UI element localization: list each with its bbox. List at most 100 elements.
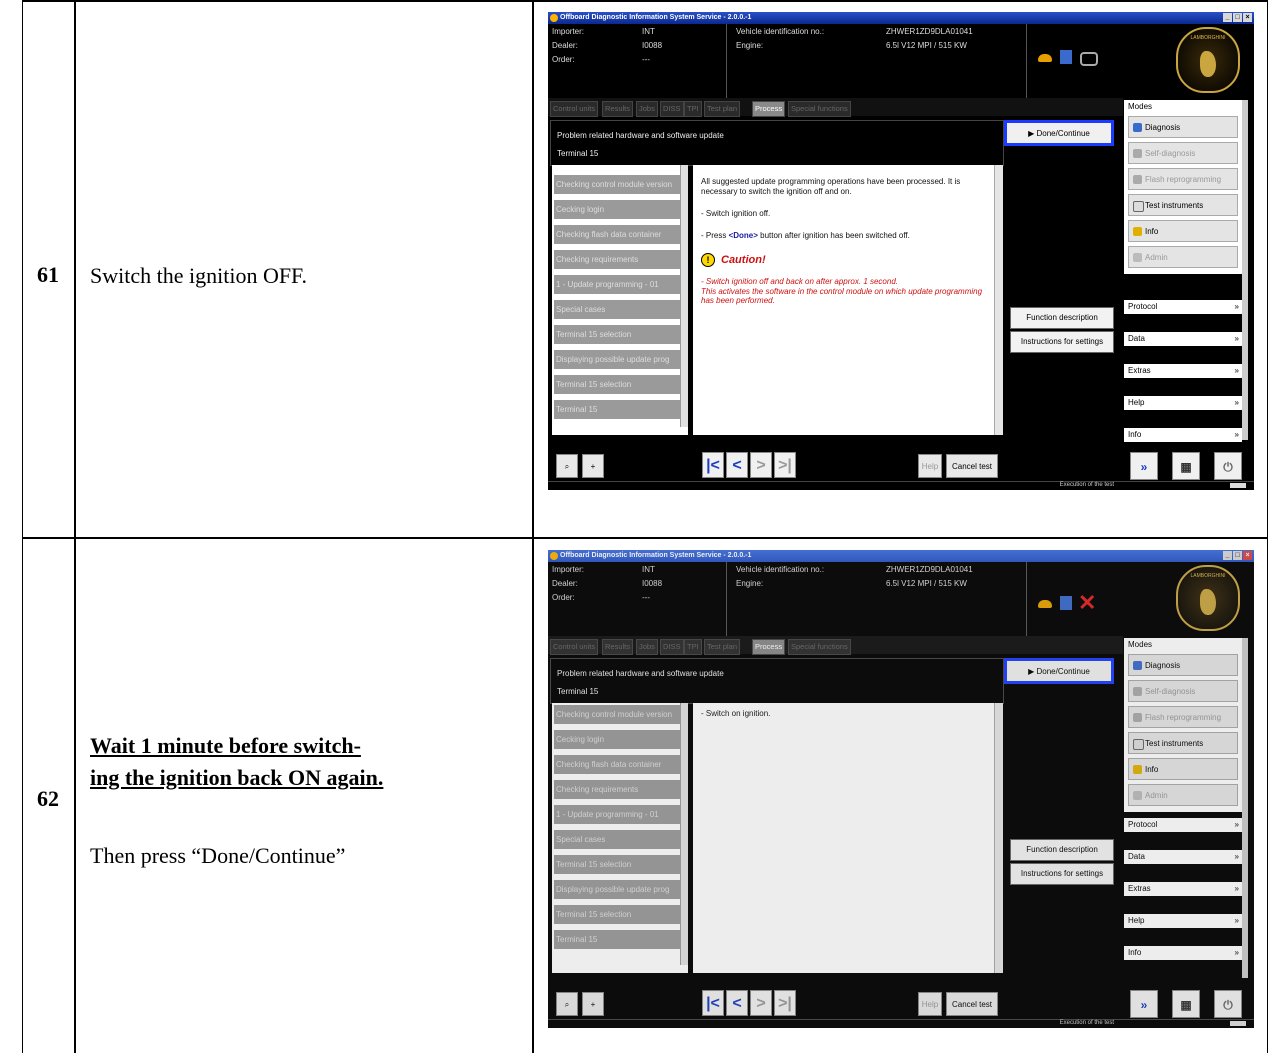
section-data[interactable]: Data»: [1124, 332, 1242, 346]
add-document-icon[interactable]: +: [582, 992, 604, 1016]
last-step-icon[interactable]: >|: [774, 452, 796, 478]
list-scrollbar[interactable]: [680, 165, 688, 427]
section-info[interactable]: Info»: [1124, 946, 1242, 960]
power-icon[interactable]: ⏻: [1214, 452, 1242, 480]
mode-info[interactable]: Info: [1128, 758, 1238, 780]
mode-admin[interactable]: Admin: [1128, 246, 1238, 268]
tab-jobs[interactable]: Jobs: [636, 639, 658, 655]
content-scrollbar[interactable]: [994, 703, 1003, 973]
help-button[interactable]: Help: [918, 454, 942, 478]
done-continue-button[interactable]: ▶ Done/Continue: [1004, 658, 1114, 684]
zoom-icon[interactable]: ⌕: [556, 454, 578, 478]
previous-step-icon[interactable]: <: [726, 452, 748, 478]
list-item[interactable]: Terminal 15 selection: [554, 855, 680, 874]
list-item[interactable]: Terminal 15 selection: [554, 905, 680, 924]
add-document-icon[interactable]: +: [582, 454, 604, 478]
close-icon[interactable]: ×: [1243, 551, 1252, 560]
list-item[interactable]: Checking flash data container: [554, 755, 680, 774]
forward-icon[interactable]: »: [1130, 990, 1158, 1018]
list-item[interactable]: Cecking login: [554, 200, 680, 219]
sidebar-scrollbar[interactable]: [1242, 638, 1248, 978]
previous-step-icon[interactable]: <: [726, 990, 748, 1016]
tab-control-units[interactable]: Control units: [550, 101, 599, 117]
list-item[interactable]: Checking control module version: [554, 705, 680, 724]
close-icon[interactable]: ×: [1243, 13, 1252, 22]
mode-info[interactable]: Info: [1128, 220, 1238, 242]
function-description-button[interactable]: Function description: [1010, 839, 1114, 861]
tab-diss[interactable]: DISS: [660, 101, 684, 117]
tab-process[interactable]: Process: [752, 639, 786, 655]
section-extras[interactable]: Extras»: [1124, 364, 1242, 378]
mode-flash-reprogramming[interactable]: Flash reprogramming: [1128, 168, 1238, 190]
list-item[interactable]: Cecking login: [554, 730, 680, 749]
tab-tpi[interactable]: TPI: [684, 639, 702, 655]
first-step-icon[interactable]: |<: [702, 990, 724, 1016]
tab-test-plan[interactable]: Test plan: [704, 639, 741, 655]
section-help[interactable]: Help»: [1124, 396, 1242, 410]
section-help[interactable]: Help»: [1124, 914, 1242, 928]
mode-admin[interactable]: Admin: [1128, 784, 1238, 806]
grid-icon[interactable]: ▦: [1172, 990, 1200, 1018]
tab-test-plan[interactable]: Test plan: [704, 101, 741, 117]
section-protocol[interactable]: Protocol»: [1124, 300, 1242, 314]
list-item[interactable]: Checking requirements: [554, 250, 680, 269]
tab-process[interactable]: Process: [752, 101, 786, 117]
tab-jobs[interactable]: Jobs: [636, 101, 658, 117]
mode-flash-reprogramming[interactable]: Flash reprogramming: [1128, 706, 1238, 728]
list-item[interactable]: 1 - Update programming - 01: [554, 805, 680, 824]
mode-self-diagnosis[interactable]: Self-diagnosis: [1128, 680, 1238, 702]
tab-results[interactable]: Results: [602, 101, 634, 117]
help-button[interactable]: Help: [918, 992, 942, 1016]
list-item[interactable]: Terminal 15: [554, 930, 680, 949]
next-step-icon[interactable]: >: [750, 452, 772, 478]
maximize-icon[interactable]: □: [1233, 551, 1242, 560]
list-item[interactable]: Terminal 15: [554, 400, 680, 419]
tab-special-functions[interactable]: Special functions: [788, 101, 851, 117]
mode-diagnosis[interactable]: Diagnosis: [1128, 116, 1238, 138]
instructions-settings-button[interactable]: Instructions for settings: [1010, 331, 1114, 353]
tab-tpi[interactable]: TPI: [684, 101, 702, 117]
sidebar-scrollbar[interactable]: [1242, 100, 1248, 440]
list-item[interactable]: Special cases: [554, 300, 680, 319]
forward-icon[interactable]: »: [1130, 452, 1158, 480]
section-info[interactable]: Info»: [1124, 428, 1242, 442]
modes-header[interactable]: Modes: [1124, 100, 1242, 114]
last-step-icon[interactable]: >|: [774, 990, 796, 1016]
mode-test-instruments[interactable]: Test instruments: [1128, 194, 1238, 216]
list-item[interactable]: Checking requirements: [554, 780, 680, 799]
tab-control-units[interactable]: Control units: [550, 639, 599, 655]
done-continue-button[interactable]: ▶ Done/Continue: [1004, 120, 1114, 146]
list-item[interactable]: Special cases: [554, 830, 680, 849]
zoom-icon[interactable]: ⌕: [556, 992, 578, 1016]
list-item[interactable]: Displaying possible update prog: [554, 880, 680, 899]
list-item[interactable]: Checking flash data container: [554, 225, 680, 244]
content-scrollbar[interactable]: [994, 165, 1003, 435]
mode-test-instruments[interactable]: Test instruments: [1128, 732, 1238, 754]
mode-self-diagnosis[interactable]: Self-diagnosis: [1128, 142, 1238, 164]
list-item[interactable]: Terminal 15 selection: [554, 325, 680, 344]
section-data[interactable]: Data»: [1124, 850, 1242, 864]
first-step-icon[interactable]: |<: [702, 452, 724, 478]
section-extras[interactable]: Extras»: [1124, 882, 1242, 896]
list-item[interactable]: Displaying possible update prog: [554, 350, 680, 369]
list-item[interactable]: Checking control module version: [554, 175, 680, 194]
modes-header[interactable]: Modes: [1124, 638, 1242, 652]
list-item[interactable]: 1 - Update programming - 01: [554, 275, 680, 294]
mode-diagnosis[interactable]: Diagnosis: [1128, 654, 1238, 676]
tab-results[interactable]: Results: [602, 639, 634, 655]
power-icon[interactable]: ⏻: [1214, 990, 1242, 1018]
instructions-settings-button[interactable]: Instructions for settings: [1010, 863, 1114, 885]
list-item[interactable]: Terminal 15 selection: [554, 375, 680, 394]
next-step-icon[interactable]: >: [750, 990, 772, 1016]
tab-special-functions[interactable]: Special functions: [788, 639, 851, 655]
maximize-icon[interactable]: □: [1233, 13, 1242, 22]
minimize-icon[interactable]: _: [1223, 551, 1232, 560]
list-scrollbar[interactable]: [680, 703, 688, 965]
tab-diss[interactable]: DISS: [660, 639, 684, 655]
minimize-icon[interactable]: _: [1223, 13, 1232, 22]
section-protocol[interactable]: Protocol»: [1124, 818, 1242, 832]
function-description-button[interactable]: Function description: [1010, 307, 1114, 329]
grid-icon[interactable]: ▦: [1172, 452, 1200, 480]
cancel-test-button[interactable]: Cancel test: [946, 992, 998, 1016]
cancel-test-button[interactable]: Cancel test: [946, 454, 998, 478]
